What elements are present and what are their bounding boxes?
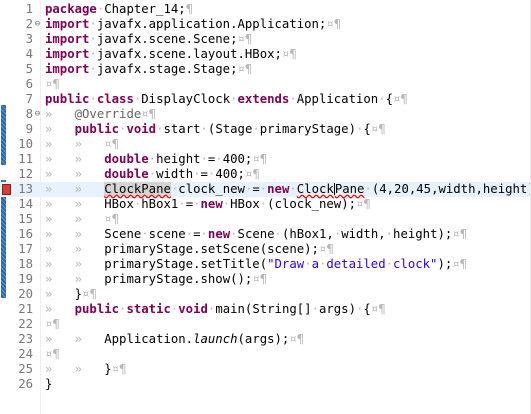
- code-line[interactable]: 5 import·javafx.stage.Stage;¤¶: [0, 62, 531, 77]
- code-text: import·javafx.stage.Stage;¤¶: [45, 62, 253, 76]
- code-text: ¤¶: [45, 77, 60, 91]
- code-line[interactable]: 1 package·Chapter_14;¶: [0, 2, 531, 17]
- code-text: » » ¤¶: [45, 137, 120, 151]
- line-number: 25: [18, 362, 33, 376]
- code-line[interactable]: 12 » » double·width·=·400;¤¶: [0, 167, 531, 182]
- line-number: 24: [18, 347, 33, 361]
- line-number: 6: [25, 77, 33, 91]
- code-text: » » primaryStage.setScene(scene);¤¶: [45, 242, 334, 256]
- line-number: 19: [18, 272, 33, 286]
- code-text: » » primaryStage.setTitle("Draw·a·detail…: [45, 257, 468, 271]
- code-text: » public·void·start·(Stage·primaryStage)…: [45, 122, 386, 136]
- code-line[interactable]: 2 ⊖ import·javafx.application.Application;…: [0, 17, 531, 32]
- line-number: 23: [18, 332, 33, 346]
- code-line[interactable]: 15 » » ¤¶: [0, 212, 531, 227]
- line-number: 3: [25, 32, 33, 46]
- code-line[interactable]: 8 ⊖ » @Override¤¶: [0, 107, 531, 122]
- code-line[interactable]: 26}: [0, 377, 531, 392]
- code-text: » » ¤¶: [45, 212, 120, 226]
- code-text: » » ClockPane·clock_new·=·new·ClockPane·…: [45, 182, 531, 196]
- line-number: 21: [18, 302, 33, 316]
- java-code-editor[interactable]: 1 package·Chapter_14;¶ 2 ⊖ import·javafx.app…: [0, 0, 531, 414]
- code-text: » public·static·void·main(String[]·args)…: [45, 302, 386, 316]
- fold-toggle-icon[interactable]: ⊖: [34, 107, 41, 122]
- code-line[interactable]: 16 » » Scene·scene·=·new·Scene·(hBox1,·wi…: [0, 227, 531, 242]
- code-text: » @Override¤¶: [45, 107, 157, 121]
- code-line[interactable]: 10 » » ¤¶: [0, 137, 531, 152]
- code-text: » }¤¶: [45, 287, 97, 301]
- code-line[interactable]: 3 import·javafx.scene.Scene;¤¶: [0, 32, 531, 47]
- code-line[interactable]: 9 » public·void·start·(Stage·primaryStage…: [0, 122, 531, 137]
- code-line[interactable]: 6 ¤¶: [0, 77, 531, 92]
- line-number: 4: [25, 47, 33, 61]
- fold-toggle-icon[interactable]: ⊖: [34, 17, 41, 32]
- code-text: » » primaryStage.show();¤¶: [45, 272, 268, 286]
- line-number: 15: [18, 212, 33, 226]
- line-number: 18: [18, 257, 33, 271]
- line-number: 26: [18, 377, 33, 391]
- code-line[interactable]: 13» » ClockPane·clock_new·=·new·ClockPan…: [0, 182, 531, 197]
- code-line[interactable]: 25 » » }¤¶: [0, 362, 531, 377]
- line-number: 2: [25, 17, 33, 31]
- code-text: }: [45, 377, 53, 391]
- code-line[interactable]: 22 ¤¶: [0, 317, 531, 332]
- error-marker-icon[interactable]: [2, 184, 11, 195]
- code-line[interactable]: 7 public·class·DisplayClock·extends·Appli…: [0, 92, 531, 107]
- line-number: 8: [25, 107, 33, 121]
- code-line[interactable]: 4 import·javafx.scene.layout.HBox;¤¶: [0, 47, 531, 62]
- code-text: ¤¶: [45, 347, 60, 361]
- line-number: 22: [18, 317, 33, 331]
- code-text: » » HBox·hBox1·=·new·HBox·(clock_new);¤¶: [45, 197, 371, 211]
- code-line[interactable]: 14 » » HBox·hBox1·=·new·HBox·(clock_new);…: [0, 197, 531, 212]
- line-number: 11: [18, 152, 33, 166]
- code-line[interactable]: 23 » » Application.launch(args);¤¶: [0, 332, 531, 347]
- code-line[interactable]: 20 » }¤¶: [0, 287, 531, 302]
- code-line[interactable]: 18 » » primaryStage.setTitle("Draw·a·deta…: [0, 257, 531, 272]
- line-number: 9: [25, 122, 33, 136]
- line-number: 14: [18, 197, 33, 211]
- code-line[interactable]: 17 » » primaryStage.setScene(scene);¤¶: [0, 242, 531, 257]
- code-text: » » Application.launch(args);¤¶: [45, 332, 305, 346]
- code-line[interactable]: 21 » public·static·void·main(String[]·arg…: [0, 302, 531, 317]
- code-line[interactable]: 11 » » double·height·=·400;¤¶: [0, 152, 531, 167]
- line-number: 7: [25, 92, 33, 106]
- code-text: package·Chapter_14;¶: [45, 2, 194, 16]
- line-number: 10: [18, 137, 33, 151]
- line-number: 5: [25, 62, 33, 76]
- line-number: 1: [25, 2, 33, 16]
- code-text: » » double·width·=·400;¤¶: [45, 167, 260, 181]
- code-text: ¤¶: [45, 317, 60, 331]
- code-text: » » }¤¶: [45, 362, 127, 376]
- code-line[interactable]: 24 ¤¶: [0, 347, 531, 362]
- code-text: import·javafx.application.Application;¤¶: [45, 17, 342, 31]
- line-number: 20: [18, 287, 33, 301]
- code-text: import·javafx.scene.Scene;¤¶: [45, 32, 253, 46]
- code-text: public·class·DisplayClock·extends·Applic…: [45, 92, 408, 106]
- code-text: import·javafx.scene.layout.HBox;¤¶: [45, 47, 297, 61]
- code-text: » » Scene·scene·=·new·Scene·(hBox1,·widt…: [45, 227, 468, 241]
- code-line[interactable]: 19 » » primaryStage.show();¤¶: [0, 272, 531, 287]
- line-number: 12: [18, 167, 33, 181]
- code-text: » » double·height·=·400;¤¶: [45, 152, 268, 166]
- line-number: 16: [18, 227, 33, 241]
- line-number: 17: [18, 242, 33, 256]
